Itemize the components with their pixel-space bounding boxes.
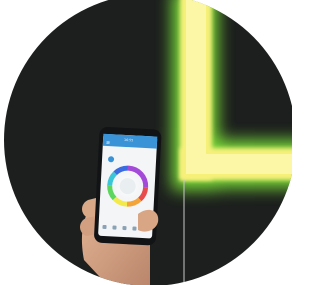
status-time: 16:55 [124,138,133,142]
menu-icon: ≡ [106,140,111,146]
scene-illustration: 16:55 ≡ [4,0,292,285]
music-icon [122,225,127,231]
home-icon [102,224,107,230]
timer-icon [132,226,137,231]
scene-icon [112,225,117,230]
